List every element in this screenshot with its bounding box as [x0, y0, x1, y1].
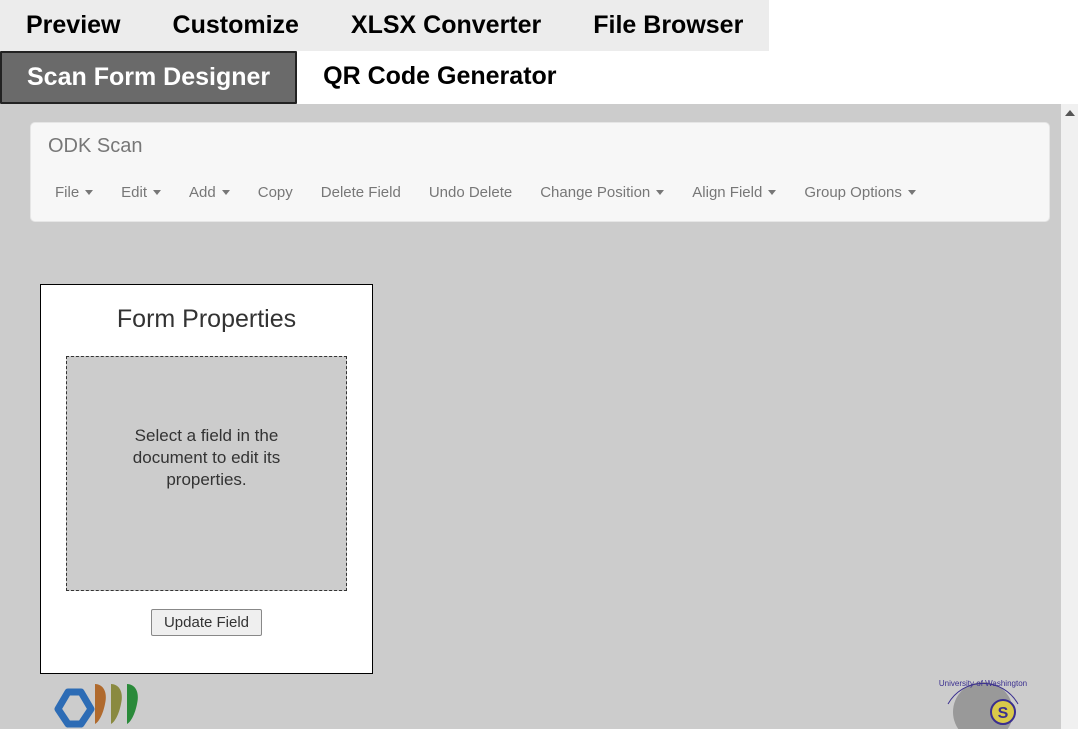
caret-icon [222, 190, 230, 195]
menu-group-label: Group Options [804, 184, 902, 201]
menu-edit-label: Edit [121, 184, 147, 201]
tab-file-browser[interactable]: File Browser [567, 0, 769, 51]
form-properties-placeholder: Select a field in the document to edit i… [107, 425, 307, 491]
vertical-scrollbar[interactable] [1061, 104, 1078, 729]
form-properties-dropzone: Select a field in the document to edit i… [66, 356, 347, 591]
menu-copy[interactable]: Copy [244, 176, 307, 209]
footer-logos: University of Washington S [53, 674, 1038, 729]
tab-xlsx-converter[interactable]: XLSX Converter [325, 0, 567, 51]
menu-undo-label: Undo Delete [429, 184, 512, 201]
tab-qr-code-generator[interactable]: QR Code Generator [297, 51, 582, 104]
menu-group-options[interactable]: Group Options [790, 176, 930, 209]
caret-icon [85, 190, 93, 195]
caret-icon [656, 190, 664, 195]
svg-text:S: S [998, 705, 1009, 722]
menu-undo-delete[interactable]: Undo Delete [415, 176, 526, 209]
tab-customize[interactable]: Customize [147, 0, 325, 51]
form-properties-title: Form Properties [66, 305, 347, 334]
app-title: ODK Scan [31, 123, 1049, 168]
menu-file[interactable]: File [41, 176, 107, 209]
update-field-button[interactable]: Update Field [151, 609, 262, 636]
caret-icon [768, 190, 776, 195]
scroll-up-icon[interactable] [1061, 104, 1078, 121]
menu-change-position[interactable]: Change Position [526, 176, 678, 209]
menu-add[interactable]: Add [175, 176, 244, 209]
menu-delete-field[interactable]: Delete Field [307, 176, 415, 209]
svg-text:University of Washington: University of Washington [939, 679, 1027, 688]
menu-align-field[interactable]: Align Field [678, 176, 790, 209]
menu-change-position-label: Change Position [540, 184, 650, 201]
odk-logo-icon [53, 674, 153, 729]
form-properties-panel: Form Properties Select a field in the do… [40, 284, 373, 674]
menu-edit[interactable]: Edit [107, 176, 175, 209]
content-area: ODK Scan File Edit Add Copy Delete Field… [0, 104, 1078, 729]
main-tab-bar: Preview Customize XLSX Converter File Br… [0, 0, 1078, 104]
caret-icon [908, 190, 916, 195]
menu-delete-label: Delete Field [321, 184, 401, 201]
toolbar-menu: File Edit Add Copy Delete Field Undo Del… [31, 168, 1049, 221]
toolbar-panel: ODK Scan File Edit Add Copy Delete Field… [30, 122, 1050, 222]
menu-copy-label: Copy [258, 184, 293, 201]
tab-scan-form-designer[interactable]: Scan Form Designer [0, 51, 297, 104]
uw-logo-icon: University of Washington S [928, 674, 1038, 729]
menu-add-label: Add [189, 184, 216, 201]
caret-icon [153, 190, 161, 195]
menu-align-label: Align Field [692, 184, 762, 201]
tab-preview[interactable]: Preview [0, 0, 147, 51]
menu-file-label: File [55, 184, 79, 201]
